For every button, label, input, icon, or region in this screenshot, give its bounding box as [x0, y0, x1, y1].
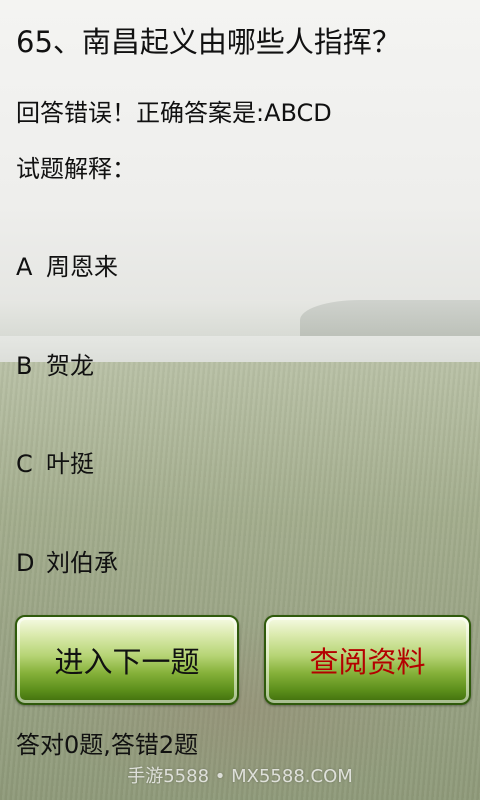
option-text: 贺龙 — [46, 352, 94, 380]
next-question-label: 进入下一题 — [54, 645, 200, 679]
option-letter: D — [16, 549, 35, 577]
option-letter: C — [16, 450, 33, 478]
view-info-button[interactable]: 查阅资料 — [264, 615, 471, 705]
option-c: C 叶挺 — [16, 447, 94, 481]
option-letter: B — [16, 352, 33, 380]
quiz-screen: 65、南昌起义由哪些人指挥？ 回答错误！正确答案是:ABCD 试题解释： A 周恩… — [0, 0, 480, 800]
watermark: 手游5588 • MX5588.COM — [127, 766, 353, 787]
option-a: A 周恩来 — [16, 250, 118, 284]
next-question-button[interactable]: 进入下一题 — [15, 615, 239, 705]
option-b: B 贺龙 — [16, 349, 94, 383]
view-info-label: 查阅资料 — [309, 645, 426, 679]
explanation-label: 试题解释： — [16, 155, 136, 183]
option-text: 叶挺 — [46, 450, 94, 478]
option-text: 周恩来 — [46, 253, 118, 281]
option-d: D 刘伯承 — [16, 546, 118, 580]
option-letter: A — [16, 253, 33, 281]
question-title: 65、南昌起义由哪些人指挥？ — [16, 25, 401, 59]
option-text: 刘伯承 — [46, 549, 118, 577]
score-summary: 答对0题,答错2题 — [16, 731, 199, 759]
answer-result: 回答错误！正确答案是:ABCD — [16, 99, 332, 127]
